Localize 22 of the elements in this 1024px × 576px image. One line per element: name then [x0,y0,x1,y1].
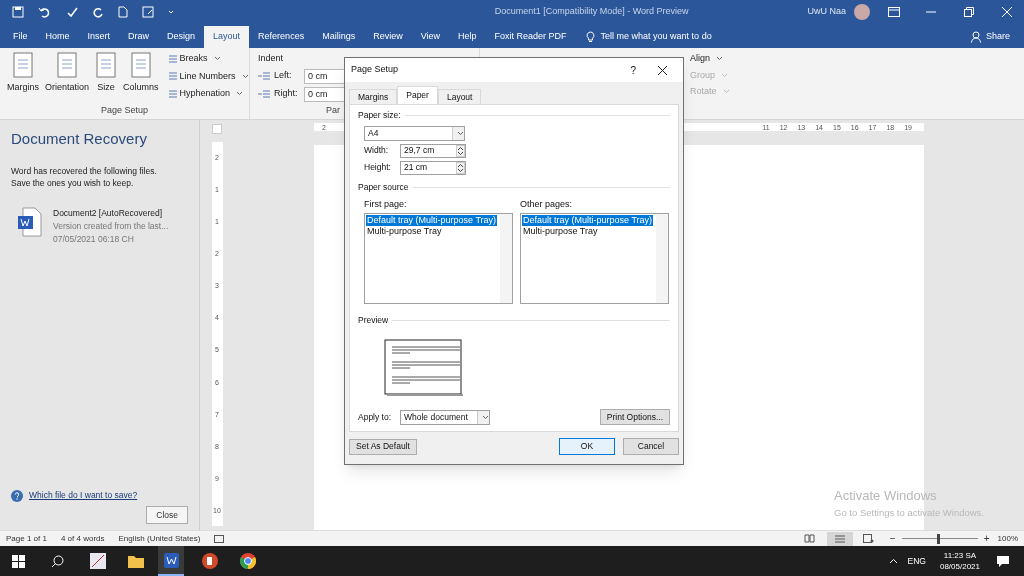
field-label: Left: [274,69,293,83]
section-label: Preview [358,314,389,327]
pane-message: Word has recovered the following files. Save the ones you wish to keep. [11,164,158,189]
field-label: Apply to: [358,410,393,424]
activation-title: Activate Windows [834,487,938,506]
section-label: Indent [258,52,285,65]
user-name: UwU Naa [807,5,847,19]
dialog-title: Page Setup [351,63,399,77]
pane-title: Document Recovery [11,129,148,149]
field-label: Right: [274,87,299,101]
field-label: First page: [364,197,408,211]
field-label: Height: [364,161,392,175]
window-title: Document1 [Compatibility Mode] - Word Preview [493,5,690,19]
section-label: Paper size: [358,109,401,122]
file-note: Version created from the last... [53,219,169,233]
group-label: Par [326,103,340,117]
field-label: Other pages: [520,197,574,211]
file-name: Document2 [AutoRecovered] [53,206,164,220]
group-label: Page Setup [99,103,149,117]
field-label: Width: [364,144,390,158]
section-label: Paper source [358,180,409,194]
file-date: 07/05/2021 06:18 CH [53,232,135,246]
